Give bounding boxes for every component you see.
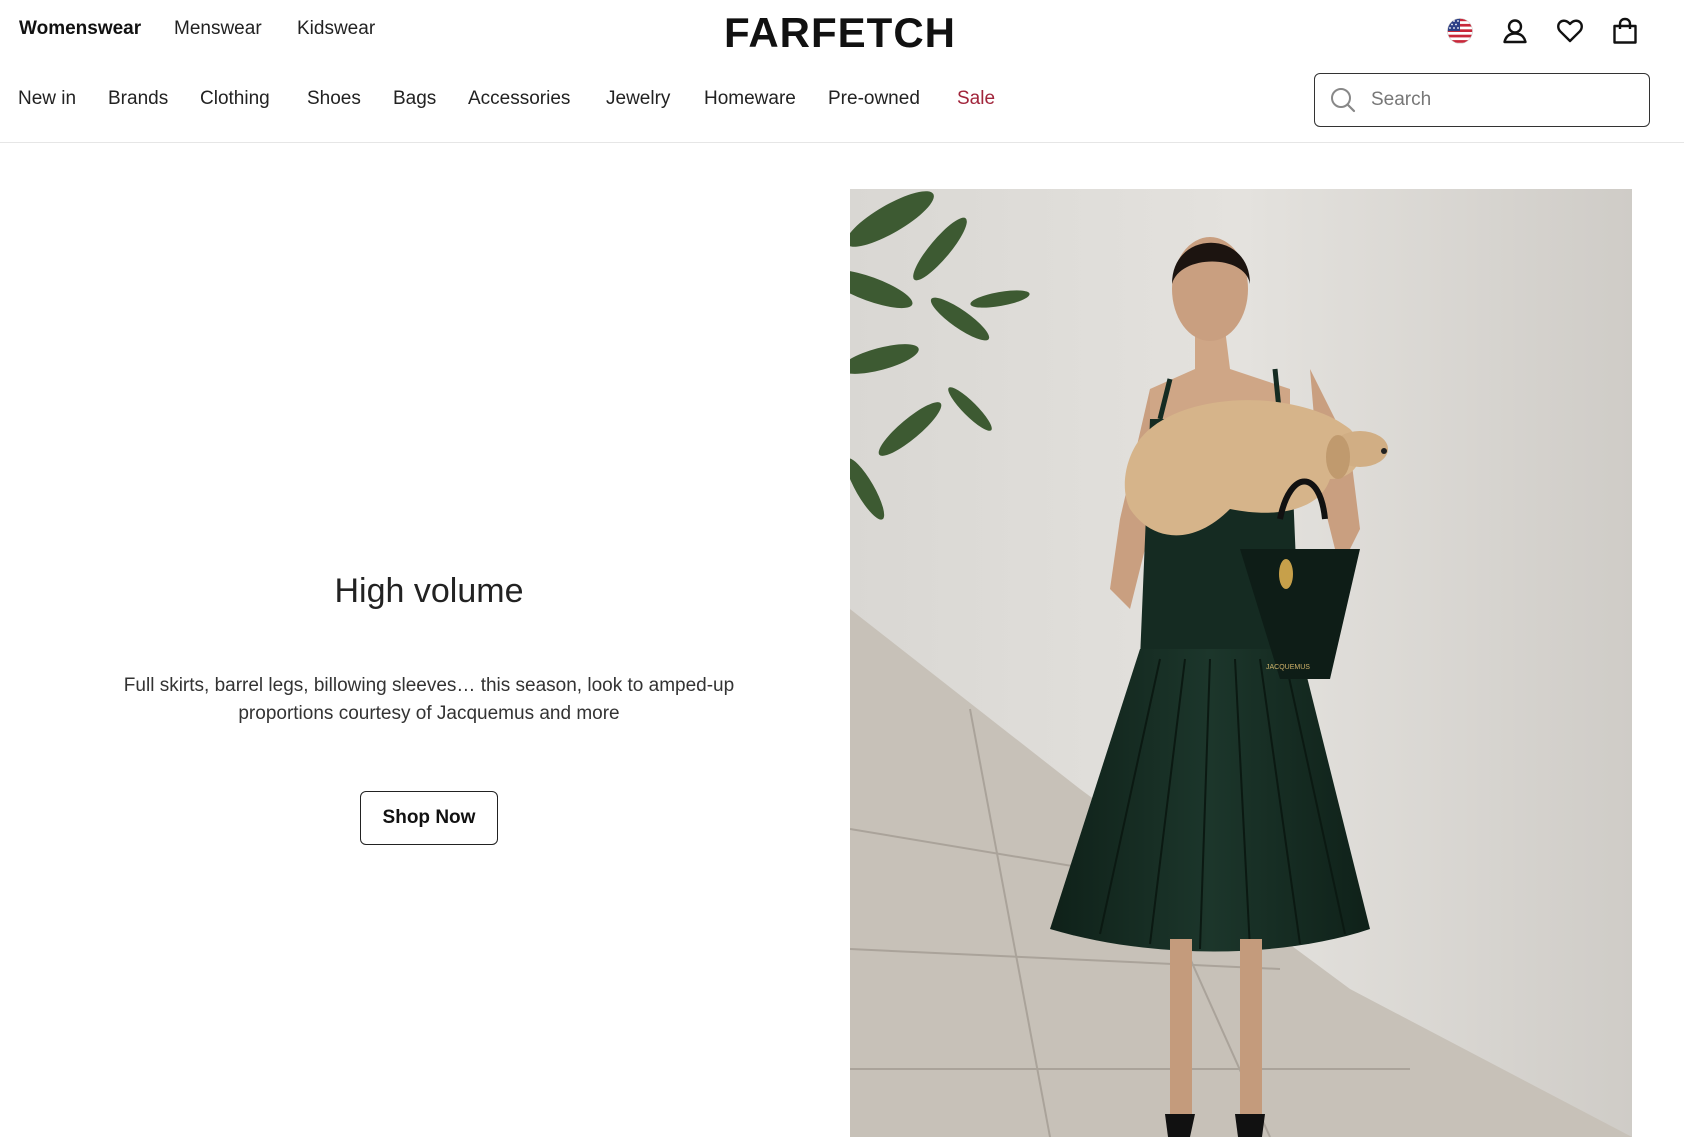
farfetch-logo[interactable]: FARFETCH — [700, 7, 980, 55]
search-input[interactable] — [1369, 88, 1623, 112]
left-shoe — [1165, 1114, 1195, 1137]
logo-text: FARFETCH — [724, 9, 956, 55]
nav-item-accessories[interactable]: Accessories — [468, 88, 570, 110]
shop-now-button[interactable]: Shop Now — [360, 791, 498, 845]
left-leg — [1170, 939, 1192, 1119]
tab-womenswear[interactable]: Womenswear — [19, 18, 141, 40]
right-shoe — [1235, 1114, 1265, 1137]
bag-clasp — [1279, 559, 1293, 589]
search-icon — [1331, 88, 1356, 113]
nav-item-shoes[interactable]: Shoes — [307, 88, 361, 110]
hero-title: High volume — [334, 572, 524, 610]
hero-description: Full skirts, barrel legs, billowing slee… — [123, 675, 735, 724]
hero-image[interactable]: JACQUEMUS — [850, 189, 1632, 1137]
shopping-bag-icon[interactable] — [1611, 17, 1639, 45]
nav-item-sale[interactable]: Sale — [957, 88, 995, 110]
hero-photo-illustration: JACQUEMUS — [850, 189, 1632, 1137]
category-nav: New in Brands Clothing Shoes Bags Access… — [0, 66, 1684, 143]
search-box[interactable] — [1314, 73, 1650, 127]
us-flag-icon[interactable] — [1446, 17, 1474, 45]
nav-item-pre-owned[interactable]: Pre-owned — [828, 88, 920, 110]
nav-item-brands[interactable]: Brands — [108, 88, 168, 110]
nav-item-new-in[interactable]: New in — [18, 88, 76, 110]
hero-text-panel: High volume Full skirts, barrel legs, bi… — [0, 142, 858, 1137]
nav-item-clothing[interactable]: Clothing — [200, 88, 270, 110]
nav-item-homeware[interactable]: Homeware — [704, 88, 796, 110]
right-leg — [1240, 939, 1262, 1119]
bag-brand-label: JACQUEMUS — [1266, 664, 1310, 671]
account-icon[interactable] — [1501, 17, 1529, 45]
nav-item-bags[interactable]: Bags — [393, 88, 436, 110]
top-bar: Womenswear Menswear Kidswear FARFETCH — [0, 0, 1684, 60]
tab-kidswear[interactable]: Kidswear — [297, 18, 375, 40]
wishlist-heart-icon[interactable] — [1556, 17, 1584, 45]
tab-menswear[interactable]: Menswear — [174, 18, 262, 40]
nav-item-jewelry[interactable]: Jewelry — [606, 88, 670, 110]
